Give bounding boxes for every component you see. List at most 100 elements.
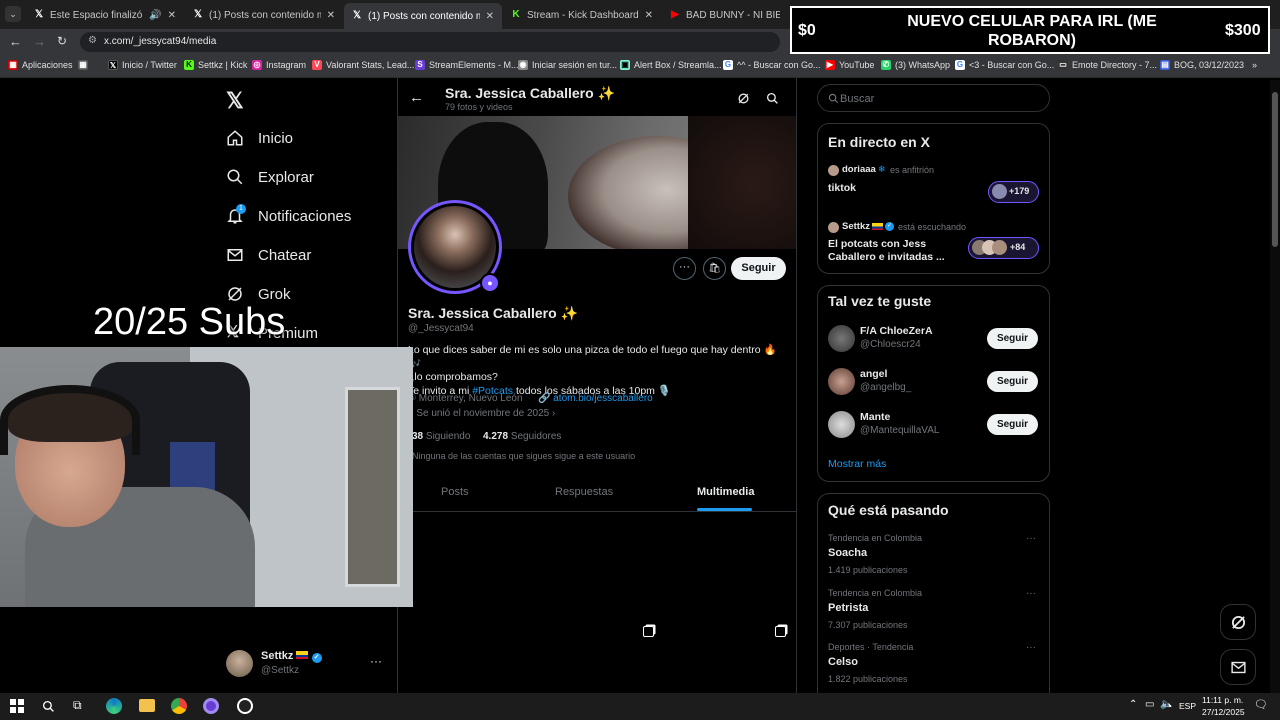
network-icon[interactable]: ▭ <box>1145 699 1154 710</box>
more-icon[interactable]: ··· <box>370 654 382 668</box>
volume-icon[interactable]: 🔈 <box>1160 699 1172 710</box>
clock-date[interactable]: 27/12/2025 <box>1202 707 1245 717</box>
chevron-right-icon: › <box>551 408 556 419</box>
tab-list-button[interactable]: ⌄ <box>5 6 21 22</box>
bookmark-valorant[interactable]: V Valorant Stats, Lead... <box>312 60 414 70</box>
listeners-pill[interactable]: +179 <box>988 181 1039 203</box>
following-count-link[interactable]: 38 Siguiendo <box>412 431 470 442</box>
windows-start-icon[interactable] <box>10 699 24 713</box>
followers-count-link[interactable]: 4.278 Seguidores <box>483 431 561 442</box>
avatar <box>828 411 855 438</box>
forward-icon[interactable]: → <box>33 34 46 49</box>
follow-button[interactable]: Seguir <box>987 371 1038 392</box>
account-switcher[interactable]: Settkz ✓ @Settkz ··· <box>226 648 386 680</box>
file-explorer-icon[interactable] <box>139 699 155 712</box>
speaker-icon[interactable]: 🔊 <box>149 10 161 21</box>
close-icon[interactable]: ✕ <box>327 10 335 21</box>
more-icon[interactable]: ··· <box>1026 533 1036 544</box>
tab-posts[interactable]: Posts <box>441 486 469 498</box>
bookmark-login[interactable]: ◉ Iniciar sesión en tur... <box>518 60 617 70</box>
mail-icon <box>1231 661 1246 674</box>
bookmark-instagram[interactable]: ◎ Instagram <box>252 60 306 70</box>
bookmark-youtube[interactable]: ▶ YouTube <box>825 60 874 70</box>
close-icon[interactable]: ✕ <box>486 11 494 22</box>
more-options-button[interactable]: ··· <box>673 257 696 280</box>
tab-respuestas[interactable]: Respuestas <box>555 486 613 498</box>
app-icon[interactable] <box>203 698 219 714</box>
avatar <box>828 165 839 176</box>
obs-icon[interactable] <box>237 698 253 714</box>
browser-tab[interactable]: ▶ BAD BUNNY - NI BIEN NI MAL <box>662 4 788 26</box>
live-item-2[interactable]: Settkz ✓ está escuchando El potcats con … <box>828 221 1040 266</box>
follow-button[interactable]: Seguir <box>731 257 786 280</box>
omnibox[interactable]: ⚙ x.com/_jessycat94/media <box>80 32 780 52</box>
bookmark-grid[interactable]: ▦ <box>78 60 88 70</box>
x-home-logo-icon[interactable]: 𝕏 <box>226 88 244 114</box>
bookmark-google-1[interactable]: G ^^ - Buscar con Go... <box>723 60 820 70</box>
bookmark-streamelements[interactable]: S StreamElements - M... <box>415 60 519 70</box>
profile-media-count: 79 fotos y videos <box>445 102 513 112</box>
bookmark-bog[interactable]: ▤ BOG, 03/12/2023 <box>1160 60 1244 70</box>
close-icon[interactable]: ✕ <box>645 10 653 21</box>
bookmark-whatsapp[interactable]: ✆ (3) WhatsApp <box>881 60 950 70</box>
browser-tab[interactable]: 𝕏 (1) Posts con contenido multim ✕ <box>185 4 343 26</box>
profile-link[interactable]: 🔗 atom.bio/jesscaballero <box>538 393 653 404</box>
trend-item[interactable]: Tendencia en Colombia Petrista 7.307 pub… <box>828 588 1038 630</box>
suggestion-item[interactable]: F/A ChloeZerA @Chloescr24 Seguir <box>828 323 1042 355</box>
browser-tab[interactable]: K Stream - Kick Dashboard ✕ <box>503 4 661 26</box>
more-icon[interactable]: ··· <box>1026 642 1036 653</box>
windows-taskbar: ⧉ ⌃ ▭ ☁ 🔈 ESP 11:11 p. m. 27/12/2025 🗨 <box>0 693 1280 720</box>
suggestion-item[interactable]: Mante @MantequillaVAL Seguir <box>828 409 1042 441</box>
nav-item-chatear[interactable]: Chatear <box>226 246 311 264</box>
more-bookmarks-icon[interactable]: » <box>1252 60 1257 70</box>
browser-tab-active[interactable]: 𝕏 (1) Posts con contenido multim ✕ <box>344 3 502 29</box>
site-info-icon[interactable]: ⚙ <box>88 35 97 46</box>
bookmark-twitter[interactable]: 𝕏 Inicio / Twitter <box>108 60 177 70</box>
live-item-1[interactable]: doriaaa ❄ es anfitrión tiktok +179 <box>828 164 1040 206</box>
follow-button[interactable]: Seguir <box>987 414 1038 435</box>
colombia-flag-icon <box>872 223 883 230</box>
close-icon[interactable]: ✕ <box>168 10 176 21</box>
spaces-mic-icon[interactable]: ● <box>480 273 500 293</box>
follow-button[interactable]: Seguir <box>987 328 1038 349</box>
trend-item[interactable]: Tendencia en Colombia Soacha 1.419 publi… <box>828 533 1038 575</box>
task-view-icon[interactable]: ⧉ <box>73 698 82 713</box>
listeners-pill[interactable]: +84 <box>968 237 1039 259</box>
messages-floating-button[interactable] <box>1220 649 1256 685</box>
grok-analyze-icon[interactable] <box>737 92 750 105</box>
tab-multimedia[interactable]: Multimedia <box>697 486 754 498</box>
show-more-link[interactable]: Mostrar más <box>828 458 886 470</box>
media-multi-icon[interactable] <box>775 626 786 637</box>
clock-time[interactable]: 11:11 p. m. <box>1202 695 1243 705</box>
search-icon[interactable] <box>42 700 55 713</box>
nav-item-explorar[interactable]: Explorar <box>226 168 314 186</box>
edge-icon[interactable] <box>106 698 122 714</box>
suggestion-item[interactable]: angel @angelbg_ Seguir <box>828 366 1042 398</box>
bookmark-emote[interactable]: ▭ Emote Directory - 7... <box>1058 60 1157 70</box>
bookmark-kick[interactable]: K Settkz | Kick <box>184 60 247 70</box>
browser-tab[interactable]: 𝕏 Este Espacio finalizó: Llegu 🔊 ✕ <box>26 4 184 26</box>
subscribe-gift-button[interactable]: 🛍 <box>703 257 726 280</box>
back-arrow-icon[interactable]: ← <box>409 89 424 106</box>
webcam-feed <box>0 347 413 607</box>
scrollbar-thumb[interactable] <box>1272 92 1278 247</box>
profile-joined[interactable]: ▫ Se unió el noviembre de 2025 › <box>410 408 555 419</box>
nav-item-inicio[interactable]: Inicio <box>226 129 293 147</box>
back-icon[interactable]: ← <box>9 34 22 49</box>
notification-center-icon[interactable]: 🗨 <box>1254 698 1268 711</box>
media-multi-icon[interactable] <box>643 626 654 637</box>
bookmark-apps[interactable]: ▦ Aplicaciones <box>8 60 73 70</box>
language-indicator[interactable]: ESP <box>1179 701 1196 711</box>
streamlabs-icon: ▣ <box>620 60 630 70</box>
search-box[interactable]: Buscar <box>817 84 1050 112</box>
trend-item[interactable]: Deportes · Tendencia Celso 1.822 publica… <box>828 642 1038 684</box>
bookmark-alertbox[interactable]: ▣ Alert Box / Streamla... <box>620 60 722 70</box>
bookmark-google-2[interactable]: G <3 - Buscar con Go... <box>955 60 1054 70</box>
grok-floating-button[interactable] <box>1220 604 1256 640</box>
search-icon[interactable] <box>766 92 779 105</box>
reload-icon[interactable]: ↻ <box>57 34 67 48</box>
chrome-icon[interactable] <box>171 698 187 714</box>
more-icon[interactable]: ··· <box>1026 588 1036 599</box>
chevron-up-icon[interactable]: ⌃ <box>1129 699 1137 710</box>
page-scrollbar[interactable] <box>1270 80 1280 693</box>
